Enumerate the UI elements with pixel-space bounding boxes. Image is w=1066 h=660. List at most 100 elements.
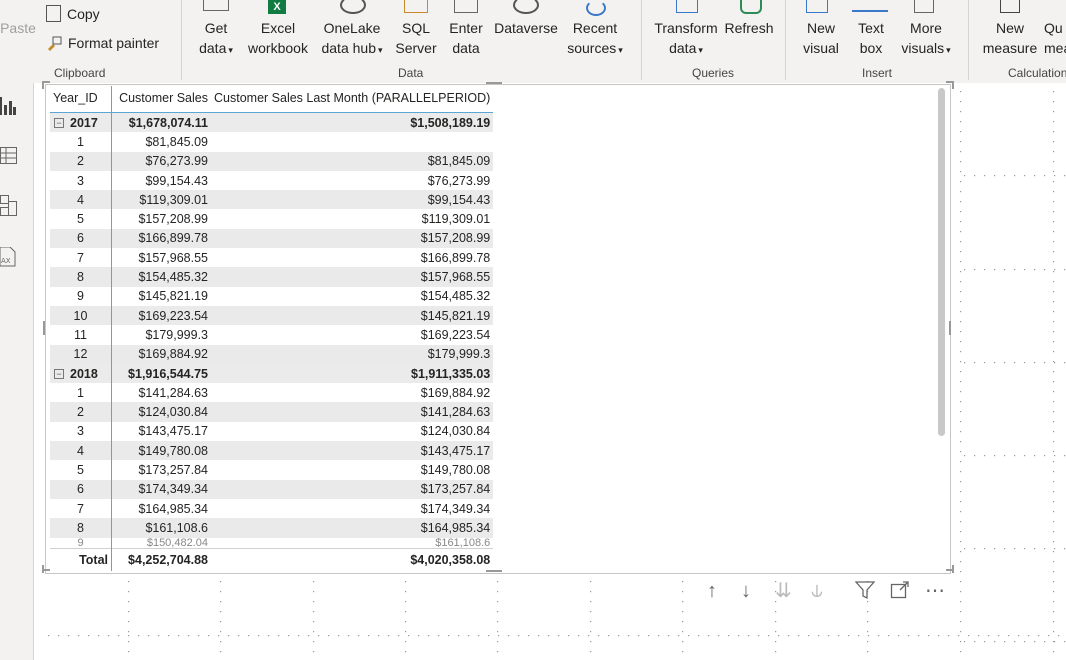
table-row: 2 $124,030.84 $141,284.63 [50,402,494,422]
expand-hierarchy-icon[interactable]: ⫝ [811,578,823,604]
resize-handle[interactable] [486,82,502,84]
year-label: 2018 [70,366,98,381]
month-cell: 3 [50,170,112,191]
table-row: 4 $119,309.01 $99,154.43 [50,190,494,210]
report-view-icon[interactable] [0,97,16,120]
last-month-cell: $157,968.55 [211,267,494,287]
table-row: 8 $154,485.32 $157,968.55 [50,267,494,287]
last-month-cell: $145,821.19 [211,305,494,326]
more-options-icon[interactable]: ⋯ [925,578,945,604]
month-cell: 1 [50,383,112,403]
last-month-cell: $166,899.78 [420,250,491,265]
table-row: 6 $166,899.78 $157,208.99 [50,228,494,249]
enter-data-icon [454,0,478,13]
format-painter-icon [46,35,62,51]
row-sales-cell: $150,482.04 [146,537,208,549]
recent-sources-icon [586,0,606,16]
year-cell[interactable]: −2018 [50,363,112,384]
table-row: 7 $164,985.34 $174,349.34 [50,498,493,519]
onelake-icon [340,0,366,14]
sql-line1: SQL [401,20,430,36]
focus-mode-icon[interactable] [890,578,910,604]
last-month-cell: $141,284.63 [211,402,494,422]
dataverse-button[interactable]: Dataverse [491,0,561,38]
enter-data-button[interactable]: Enter data [444,0,488,58]
month-cell: 7 [50,248,112,268]
text-box-line1: Text [858,20,884,36]
last-month-cell: $149,780.08 [420,462,491,477]
last-month-cell: $119,309.01 [421,212,491,227]
column-header-customer-sales[interactable]: Customer Sales [111,86,211,113]
more-visuals-line2: visuals [901,40,945,56]
sales-cell: $99,154.43 [145,173,208,188]
copy-button[interactable]: Copy [46,5,100,22]
month-cell: 9 [50,286,112,306]
sales-cell: $145,821.19 [138,289,208,304]
chevron-down-icon: ▾ [228,45,233,55]
transform-data-icon [676,0,698,13]
total-last-month: $4,020,358.08 [211,547,494,571]
table-row: 5 $173,257.84 $149,780.08 [50,460,493,480]
quick-measure-button[interactable]: Qu mea [1044,18,1066,58]
new-visual-button[interactable]: New visual [798,0,844,58]
paste-button[interactable]: Paste [0,18,36,38]
separator [785,0,786,80]
collapse-icon[interactable]: − [54,368,64,379]
resize-handle[interactable] [952,565,954,573]
excel-workbook-button[interactable]: X Excel workbook [242,0,314,58]
recent-sources-button[interactable]: Recent sources ▾ [560,0,630,60]
last-month-cell: $1,508,189.19 [211,112,494,133]
sql-server-button[interactable]: SQL Server [392,0,440,58]
table-row: 9 $145,821.19 $154,485.32 [50,286,493,306]
resize-handle[interactable] [952,81,954,89]
filter-icon[interactable] [854,578,876,604]
resize-handle[interactable] [42,81,44,89]
dax-query-view-icon[interactable]: AX [0,246,16,272]
refresh-label: Refresh [724,20,774,36]
onelake-data-hub-button[interactable]: OneLake data hub ▾ [314,0,390,60]
month-cell: 4 [50,190,112,210]
calculations-group-label: Calculation [1008,66,1066,80]
resize-handle[interactable] [949,321,951,335]
collapse-icon[interactable]: − [54,117,64,128]
chevron-down-icon: ▾ [618,45,623,55]
resize-handle[interactable] [43,321,45,335]
last-month-cell: $179,999.3 [211,344,494,364]
table-row: 2 $76,273.99 $81,845.09 [50,151,494,171]
get-data-button[interactable]: Get data ▾ [191,0,241,60]
text-box-line2: box [859,40,883,56]
month-cell: 2 [50,151,112,171]
drill-up-icon[interactable]: ↑ [707,578,717,604]
total-label: Total [50,547,112,571]
resize-handle[interactable] [42,565,44,573]
sales-cell: $174,349.34 [111,479,211,499]
new-visual-icon [806,0,828,13]
refresh-button[interactable]: Refresh [722,0,776,38]
table-row: 6 $174,349.34 $173,257.84 [50,479,494,499]
format-painter-button[interactable]: Format painter [46,35,159,51]
sales-cell: $161,108.6 [111,518,211,538]
year-cell[interactable]: −2017 [50,112,112,133]
refresh-icon [740,0,762,14]
new-measure-icon [1000,0,1020,13]
model-view-icon[interactable] [0,195,18,222]
new-visual-line1: New [806,20,835,36]
last-month-cell: $169,223.54 [420,327,491,342]
column-header-last-month[interactable]: Customer Sales Last Month (PARALLELPERIO… [211,86,494,113]
row-month-cell: 9 [50,537,112,549]
column-header-year-id[interactable]: Year_ID [50,86,112,113]
month-cell: 8 [50,267,112,287]
get-data-line1: Get [204,20,228,36]
more-visuals-button[interactable]: More visuals ▾ [896,0,956,60]
recent-line1: Recent [572,20,618,36]
sales-cell: $173,257.84 [138,462,208,477]
paste-label: Paste [0,20,36,36]
clipboard-group-label: Clipboard [54,66,106,80]
expand-next-level-icon[interactable]: ⇊ [775,578,792,604]
new-measure-button[interactable]: New measure [978,0,1042,58]
text-box-button[interactable]: Text box [850,10,892,58]
table-view-icon[interactable] [0,147,18,170]
transform-data-button[interactable]: Transform data ▾ [650,0,722,60]
vertical-scrollbar[interactable] [938,88,945,436]
drill-down-icon[interactable]: ↓ [741,578,751,604]
